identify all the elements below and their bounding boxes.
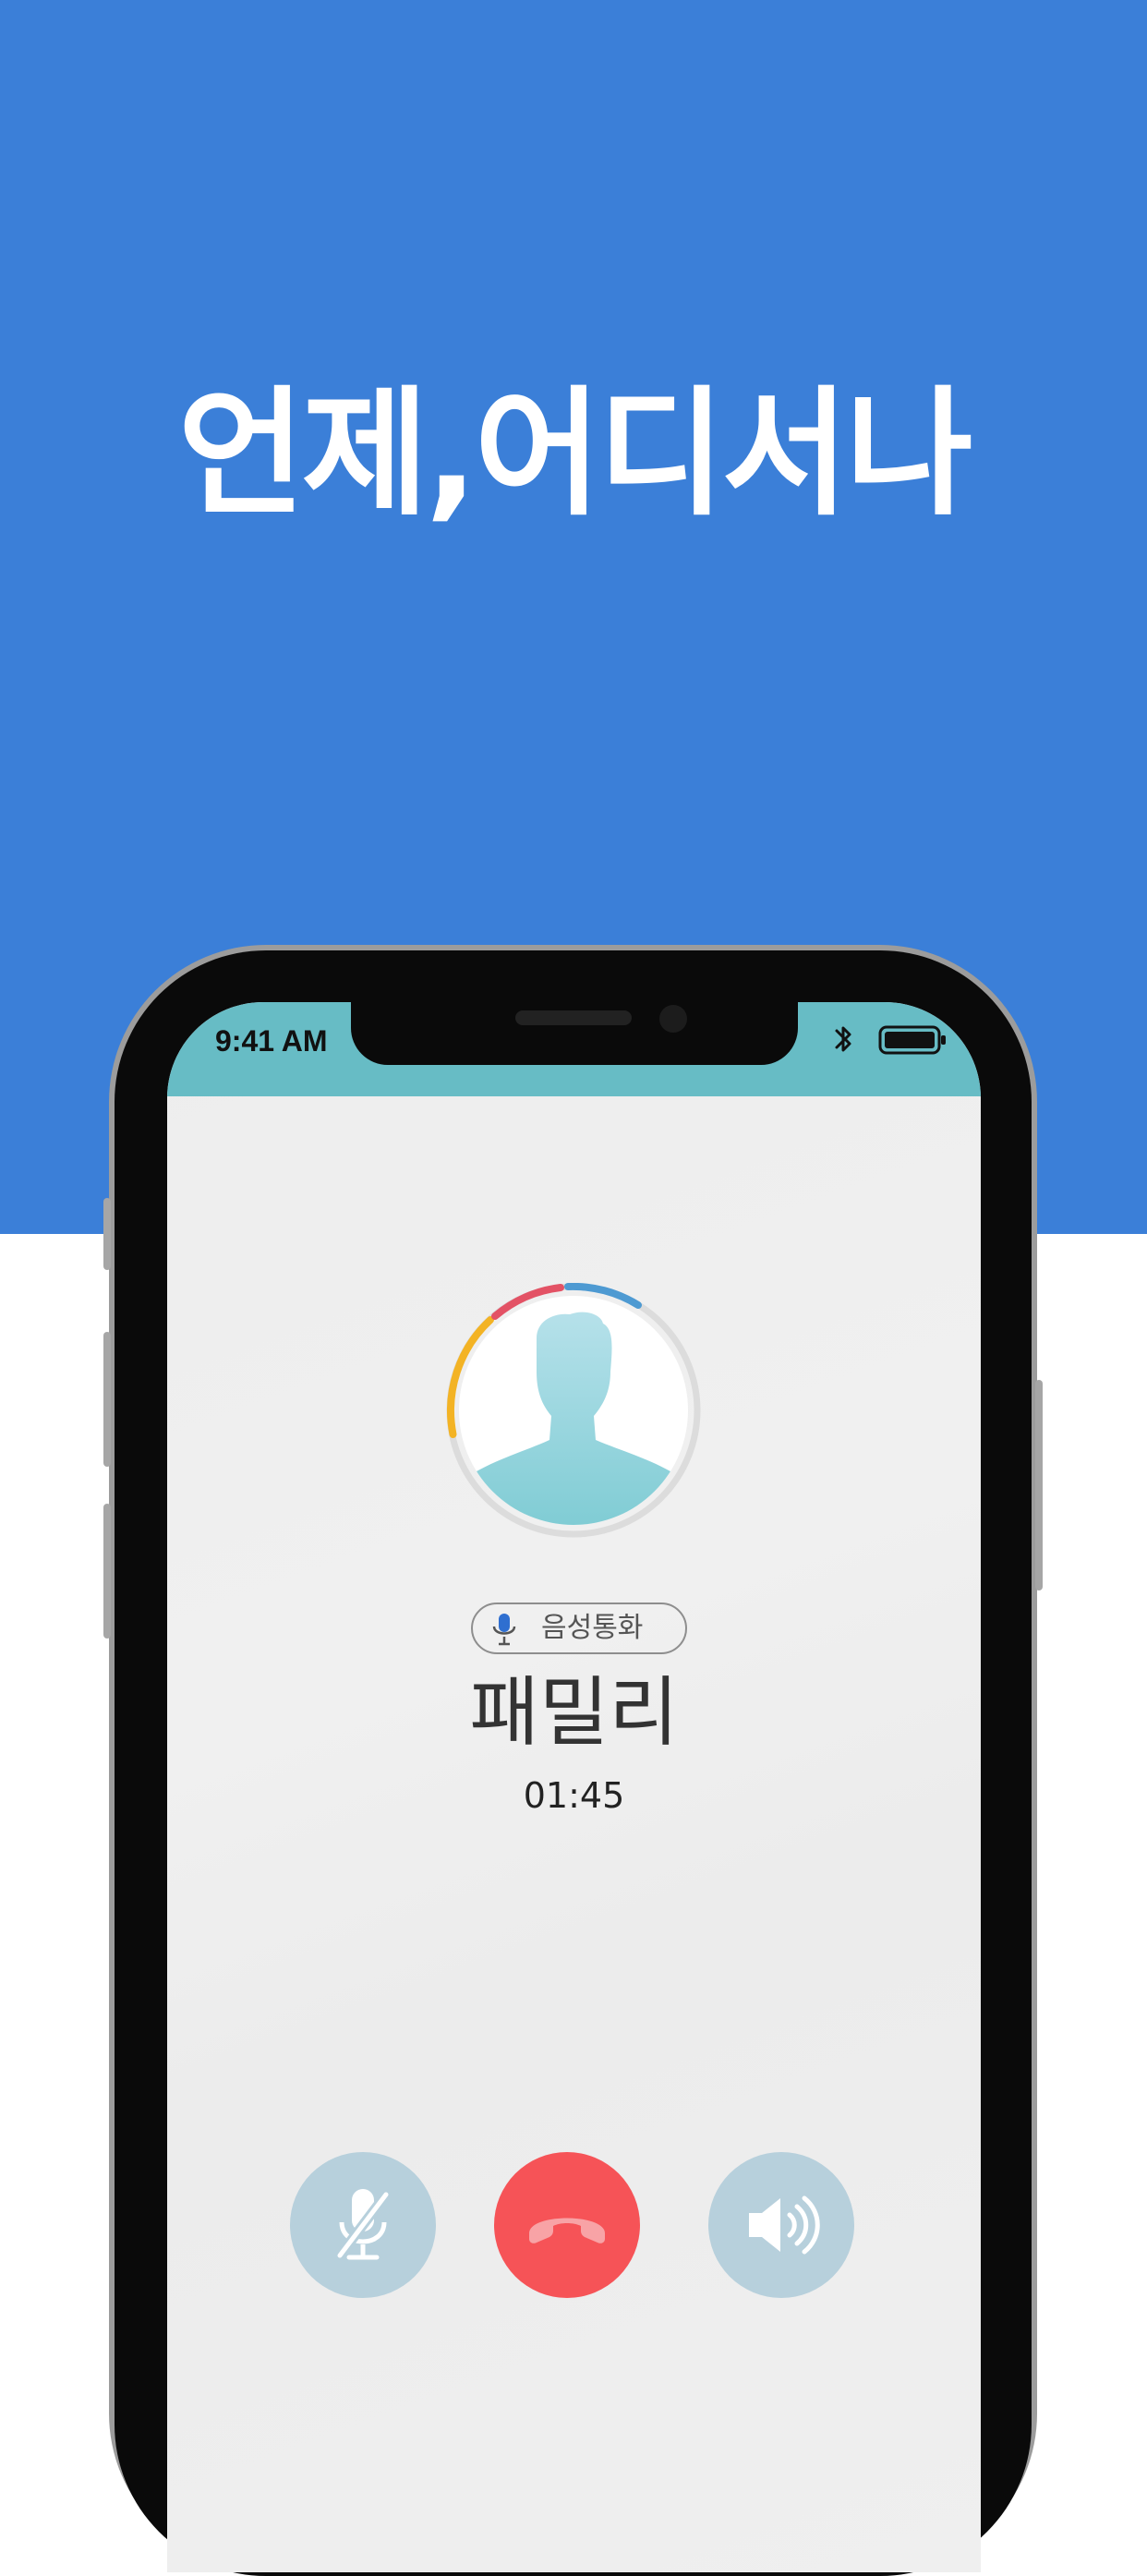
earpiece-speaker bbox=[515, 1010, 632, 1025]
microphone-icon bbox=[492, 1614, 516, 1646]
caller-name: 패밀리 bbox=[469, 1669, 679, 1757]
end-call-button[interactable] bbox=[494, 2152, 640, 2298]
call-type-chip: 음성통화 bbox=[471, 1602, 687, 1654]
battery-icon bbox=[878, 1025, 946, 1055]
call-type-label: 음성통화 bbox=[541, 1612, 644, 1644]
hero-headline: 언제,어디서나 bbox=[177, 374, 973, 535]
phone-side-button-volume-up bbox=[103, 1332, 111, 1467]
caller-avatar bbox=[446, 1283, 701, 1538]
status-time: 9:41 AM bbox=[215, 1024, 328, 1058]
front-camera bbox=[659, 1005, 687, 1033]
mute-button[interactable] bbox=[290, 2152, 436, 2298]
microphone-off-icon bbox=[335, 2189, 391, 2260]
speaker-icon bbox=[749, 2195, 820, 2255]
phone-hangup-icon bbox=[529, 2218, 605, 2243]
call-duration: 01:45 bbox=[523, 1775, 625, 1816]
bluetooth-icon bbox=[835, 1026, 851, 1052]
phone-side-button-volume-down bbox=[103, 1504, 111, 1639]
phone-side-button-power bbox=[1035, 1380, 1043, 1590]
speaker-button[interactable] bbox=[708, 2152, 854, 2298]
phone-side-button-silent bbox=[103, 1198, 111, 1270]
phone-screen: 9:41 AM 음성통화 패밀리 01:45 bbox=[167, 1002, 981, 2572]
